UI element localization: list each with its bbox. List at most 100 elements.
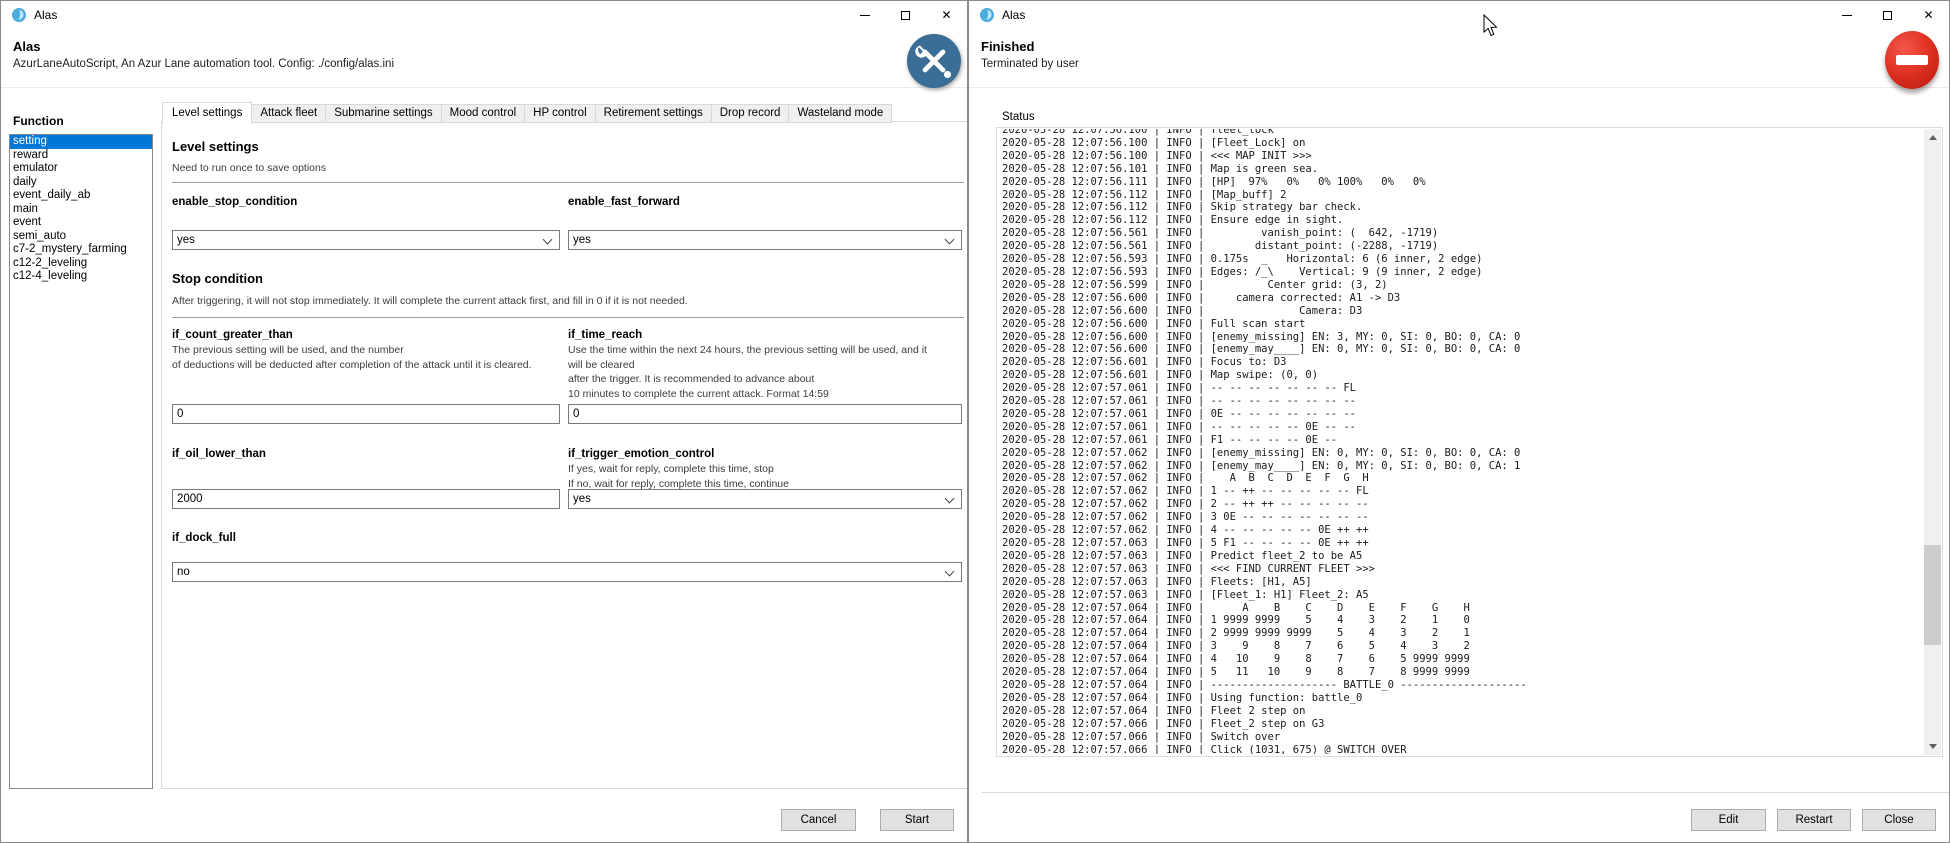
minimize-button[interactable] [1826,1,1867,29]
minimize-icon [860,15,870,16]
settings-tab[interactable]: Submarine settings [325,104,441,123]
input-if-time-reach[interactable] [568,404,962,424]
label-if-oil-lower-than: if_oil_lower_than [172,448,560,460]
scroll-up-button[interactable] [1924,129,1941,146]
function-list-item[interactable]: daily [10,176,152,190]
function-list-item[interactable]: event [10,216,152,230]
close-button[interactable]: ✕ [926,1,967,29]
settings-tab[interactable]: Wasteland mode [788,104,892,123]
close-icon: ✕ [1923,9,1933,21]
alas-logo-icon [11,7,27,23]
log-line: 2020-05-28 12:07:57.064 | INFO | 1 9999 … [1002,614,1923,627]
desc-if-trigger-emotion-control: If yes, wait for reply, complete this ti… [568,462,962,491]
input-if-count-greater-than[interactable] [172,404,560,424]
log-lines: 2020-05-28 12:07:56.100 | INFO | fleet_l… [999,129,1923,754]
section-heading-stop-condition: Stop condition [172,271,263,286]
log-line: 2020-05-28 12:07:57.063 | INFO | <<< FIN… [1002,563,1923,576]
maximize-button[interactable] [1867,1,1908,29]
scrollbar-thumb[interactable] [1924,545,1941,645]
log-line: 2020-05-28 12:07:57.064 | INFO | Using f… [1002,692,1923,705]
select-if-dock-full[interactable]: no [172,562,962,582]
settings-tab[interactable]: Mood control [441,104,525,123]
settings-tab[interactable]: Drop record [711,104,790,123]
function-list-item[interactable]: main [10,203,152,217]
input-if-oil-lower-than[interactable] [172,489,560,509]
footer-divider [982,792,1949,793]
log-line: 2020-05-28 12:07:57.061 | INFO | F1 -- -… [1002,434,1923,447]
restart-button[interactable]: Restart [1777,809,1851,831]
function-list-item[interactable]: reward [10,149,152,163]
log-line: 2020-05-28 12:07:57.063 | INFO | [Fleet_… [1002,589,1923,602]
label-enable-stop-condition: enable_stop_condition [172,196,560,208]
start-button[interactable]: Start [880,809,954,831]
maximize-button[interactable] [885,1,926,29]
status-group-label: Status [1002,111,1035,123]
log-line: 2020-05-28 12:07:57.062 | INFO | 2 -- ++… [1002,498,1923,511]
log-scrollbar[interactable] [1924,129,1941,755]
log-line: 2020-05-28 12:07:57.064 | INFO | A B C D… [1002,602,1923,615]
function-list-item[interactable]: semi_auto [10,230,152,244]
log-line: 2020-05-28 12:07:57.062 | INFO | 1 -- ++… [1002,485,1923,498]
log-line: 2020-05-28 12:07:56.601 | INFO | Map swi… [1002,369,1923,382]
settings-tab[interactable]: Attack fleet [251,104,326,123]
select-enable-stop-condition[interactable]: yes [172,230,560,250]
log-line: 2020-05-28 12:07:56.112 | INFO | Skip st… [1002,201,1923,214]
log-line: 2020-05-28 12:07:57.063 | INFO | Fleets:… [1002,576,1923,589]
titlebar[interactable]: Alas ✕ [969,1,1949,29]
mouse-cursor-icon [1483,14,1499,43]
function-list-item[interactable]: c12-4_leveling [10,270,152,284]
arrow-up-icon [1929,135,1937,140]
log-line: 2020-05-28 12:07:57.062 | INFO | 3 0E --… [1002,511,1923,524]
setup-wrench-icon [906,33,962,89]
log-line: 2020-05-28 12:07:57.064 | INFO | 4 10 9 … [1002,653,1923,666]
settings-tab[interactable]: HP control [524,104,595,123]
log-line: 2020-05-28 12:07:56.600 | INFO | [enemy_… [1002,331,1923,344]
function-list-item[interactable]: event_daily_ab [10,189,152,203]
run-status-title: Finished [981,39,1034,54]
log-line: 2020-05-28 12:07:56.111 | INFO | [HP] 97… [1002,176,1923,189]
label-if-count-greater-than: if_count_greater_than [172,329,560,341]
arrow-down-icon [1929,744,1937,749]
log-line: 2020-05-28 12:07:57.061 | INFO | -- -- -… [1002,421,1923,434]
log-line: 2020-05-28 12:07:56.601 | INFO | Focus t… [1002,356,1923,369]
log-line: 2020-05-28 12:07:56.561 | INFO | vanish_… [1002,227,1923,240]
log-line: 2020-05-28 12:07:57.061 | INFO | -- -- -… [1002,395,1923,408]
log-line: 2020-05-28 12:07:56.100 | INFO | fleet_l… [1002,129,1923,137]
app-title: Alas [13,39,40,54]
close-window-button[interactable]: Close [1862,809,1936,831]
level-settings-tabpage: Level settings Need to run once to save … [161,121,968,789]
select-if-trigger-emotion-control[interactable]: yes [568,489,962,509]
scroll-down-button[interactable] [1924,738,1941,755]
function-listbox[interactable]: setting reward emulator daily event_dail… [9,134,153,789]
cancel-button[interactable]: Cancel [781,809,856,831]
log-line: 2020-05-28 12:07:57.064 | INFO | 2 9999 … [1002,627,1923,640]
edit-button[interactable]: Edit [1691,809,1766,831]
close-button[interactable]: ✕ [1908,1,1949,29]
label-if-trigger-emotion-control: if_trigger_emotion_control [568,448,962,460]
log-line: 2020-05-28 12:07:57.064 | INFO | 3 9 8 7… [1002,640,1923,653]
log-output[interactable]: 2020-05-28 12:07:56.100 | INFO | fleet_l… [999,129,1923,754]
minimize-button[interactable] [844,1,885,29]
log-line: 2020-05-28 12:07:57.063 | INFO | 5 F1 --… [1002,537,1923,550]
function-list-item[interactable]: c7-2_mystery_farming [10,243,152,257]
select-enable-fast-forward[interactable]: yes [568,230,962,250]
window-title: Alas [1002,8,1025,22]
settings-tab-bar[interactable]: Level settings Attack fleet Submarine se… [162,102,891,123]
log-line: 2020-05-28 12:07:57.061 | INFO | 0E -- -… [1002,408,1923,421]
log-line: 2020-05-28 12:07:56.600 | INFO | camera … [1002,292,1923,305]
settings-tab[interactable]: Retirement settings [595,104,712,123]
titlebar[interactable]: Alas ✕ [1,1,967,29]
function-list-item[interactable]: setting [10,135,152,149]
function-list-item[interactable]: emulator [10,162,152,176]
settings-tab[interactable]: Level settings [162,102,252,124]
log-line: 2020-05-28 12:07:56.561 | INFO | distant… [1002,240,1923,253]
function-list-label: Function [13,114,64,128]
log-line: 2020-05-28 12:07:57.064 | INFO | -------… [1002,679,1923,692]
window-title: Alas [34,8,57,22]
log-line: 2020-05-28 12:07:56.593 | INFO | Edges: … [1002,266,1923,279]
divider [172,317,964,318]
desc-if-time-reach: Use the time within the next 24 hours, t… [568,343,962,401]
log-line: 2020-05-28 12:07:57.062 | INFO | [enemy_… [1002,447,1923,460]
function-list-item[interactable]: c12-2_leveling [10,257,152,271]
log-line: 2020-05-28 12:07:57.063 | INFO | Predict… [1002,550,1923,563]
